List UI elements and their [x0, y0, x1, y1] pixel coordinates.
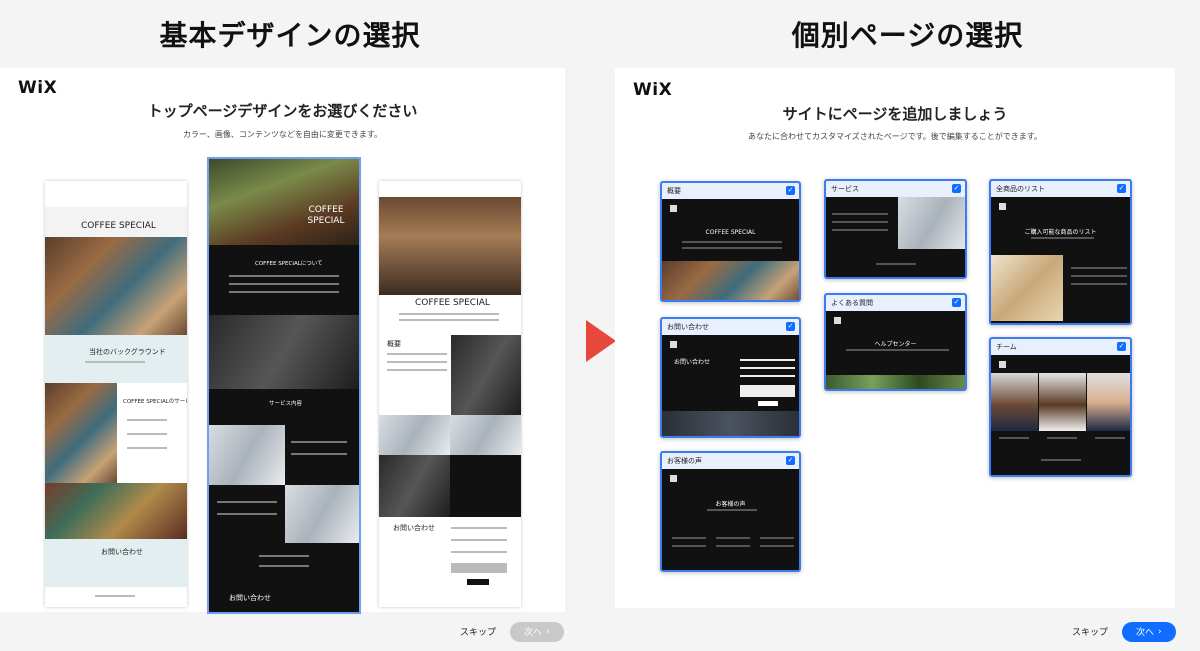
template-1-hero: COFFEE SPECIAL: [45, 207, 187, 237]
template-3-hero-photo: [379, 197, 521, 295]
page-card-team-label: チーム: [996, 343, 1017, 351]
template-1-contact-section: お問い合わせ: [45, 539, 187, 587]
heading-basic-design: 基本デザインの選択: [159, 19, 421, 52]
checkbox-checked-icon[interactable]: ✓: [786, 186, 795, 195]
design-selection-panel: WiX トップページデザインをお選びください カラー、画像、コンテンツなどを自由…: [0, 68, 565, 614]
template-3-card-row: [379, 415, 521, 455]
page-card-contact-label: お問い合わせ: [667, 323, 709, 331]
page-card-testimonials[interactable]: お客様の声 ✓ お客様の声: [660, 451, 801, 572]
page-card-product-list[interactable]: 全商品のリスト ✓ ご購入可能な商品のリスト: [989, 179, 1132, 325]
template-card-3[interactable]: COFFEE SPECIAL 概要 お問い合わせ: [379, 181, 521, 607]
heading-page-selection: 個別ページの選択: [791, 19, 1024, 52]
template-card-1[interactable]: COFFEE SPECIAL 当社のバックグラウンド COFFEE SPECIA…: [45, 181, 187, 607]
page-card-contact-title: お問い合わせ: [673, 359, 710, 366]
page-card-overview-label: 概要: [667, 187, 681, 195]
design-panel-title: トップページデザインをお選びください: [147, 102, 418, 120]
template-2-section2: サービス内容: [269, 401, 303, 407]
page-card-testimonials-label: お客様の声: [667, 457, 702, 465]
template-1-section2: COFFEE SPECIALのサービス: [123, 399, 187, 405]
template-2-services: サービス内容: [209, 389, 359, 425]
page-card-services[interactable]: サービス ✓: [824, 179, 967, 279]
checkbox-checked-icon[interactable]: ✓: [1117, 342, 1126, 351]
checkbox-checked-icon[interactable]: ✓: [1117, 184, 1126, 193]
wix-onboarding-comparison: 基本デザインの選択 個別ページの選択 WiX トップページデザインをお選びくださ…: [0, 0, 1200, 651]
page-card-overview[interactable]: 概要 ✓ COFFEE SPECIAL: [660, 181, 801, 302]
design-panel-subtitle: カラー、画像、コンテンツなどを自由に変更できます。: [182, 130, 383, 139]
skip-button[interactable]: スキップ: [1072, 625, 1108, 638]
page-card-services-label: サービス: [831, 185, 859, 193]
checkbox-checked-icon[interactable]: ✓: [786, 322, 795, 331]
page-card-faq-label: よくある質問: [831, 299, 873, 307]
template-2-contact: お問い合わせ: [209, 543, 359, 612]
page-panel-subtitle: あなたに合わせてカスタマイズされたページです。後で編集することができます。: [748, 132, 1042, 141]
page-card-product-list-title: ご購入可能な商品のリスト: [1024, 229, 1097, 236]
template-1-section1: 当社のバックグラウンド: [89, 348, 166, 356]
template-3-section1: 概要: [387, 340, 401, 348]
right-arrow-icon: [586, 320, 616, 362]
page-card-contact[interactable]: お問い合わせ ✓ お問い合わせ: [660, 317, 801, 438]
template-1-footer: [45, 587, 187, 607]
template-3-title: COFFEE SPECIAL: [379, 295, 521, 335]
template-1-service-section: COFFEE SPECIALのサービス: [45, 383, 187, 483]
page-card-overview-header: 概要 ✓: [662, 183, 799, 199]
page-card-overview-title: COFFEE SPECIAL: [705, 229, 756, 236]
template-3-header: [379, 181, 521, 197]
checkbox-checked-icon[interactable]: ✓: [952, 298, 961, 307]
template-3-section3: お問い合わせ: [393, 524, 435, 532]
template-3-overview: 概要: [379, 335, 521, 415]
page-card-testimonials-title: お客様の声: [715, 501, 746, 508]
template-card-2[interactable]: COFFEE SPECIAL COFFEE SPECIALについて サービス内容: [207, 157, 361, 614]
template-3-brand: COFFEE SPECIAL: [415, 298, 490, 308]
template-2-section1: COFFEE SPECIALについて: [255, 261, 323, 267]
template-2-office-photo: [209, 315, 359, 389]
page-card-team[interactable]: チーム ✓: [989, 337, 1132, 477]
template-1-section3: お問い合わせ: [101, 548, 143, 556]
template-1-background-section: 当社のバックグラウンド: [45, 335, 187, 383]
template-3-contact: お問い合わせ: [379, 517, 521, 607]
design-panel-footer: スキップ 次へ ›: [460, 612, 564, 651]
page-selection-panel: WiX サイトにページを追加しましょう あなたに合わせてカスタマイズされたページ…: [615, 68, 1175, 608]
template-3-office-row: [379, 455, 521, 517]
next-button-disabled[interactable]: 次へ ›: [510, 621, 564, 642]
template-1-brand: COFFEE SPECIAL: [81, 221, 156, 231]
template-2-about: COFFEE SPECIALについて: [209, 245, 359, 315]
wix-logo: WiX: [633, 80, 673, 100]
template-2-section3: お問い合わせ: [229, 594, 271, 602]
checkbox-checked-icon[interactable]: ✓: [952, 184, 961, 193]
template-2-hero-photo: COFFEE SPECIAL: [209, 159, 359, 245]
template-1-header: [45, 181, 187, 207]
template-1-photo: [45, 237, 187, 335]
checkbox-checked-icon[interactable]: ✓: [786, 456, 795, 465]
chevron-right-icon: ›: [1158, 626, 1162, 637]
chevron-right-icon: ›: [546, 626, 550, 637]
template-1-fabric-photo: [45, 483, 187, 539]
next-button[interactable]: 次へ ›: [1122, 621, 1176, 642]
template-2-brand: COFFEE SPECIAL: [307, 205, 345, 226]
page-card-product-list-label: 全商品のリスト: [996, 185, 1045, 193]
page-panel-footer: スキップ 次へ ›: [1072, 612, 1176, 651]
page-card-faq-title: ヘルプセンター: [874, 341, 917, 348]
wix-logo: WiX: [18, 78, 58, 98]
page-panel-title: サイトにページを追加しましょう: [782, 105, 1008, 123]
skip-button[interactable]: スキップ: [460, 625, 496, 638]
page-card-faq[interactable]: よくある質問 ✓ ヘルプセンター: [824, 293, 967, 391]
template-2-card-row: [209, 425, 359, 485]
template-2-laptop-row: [209, 485, 359, 543]
